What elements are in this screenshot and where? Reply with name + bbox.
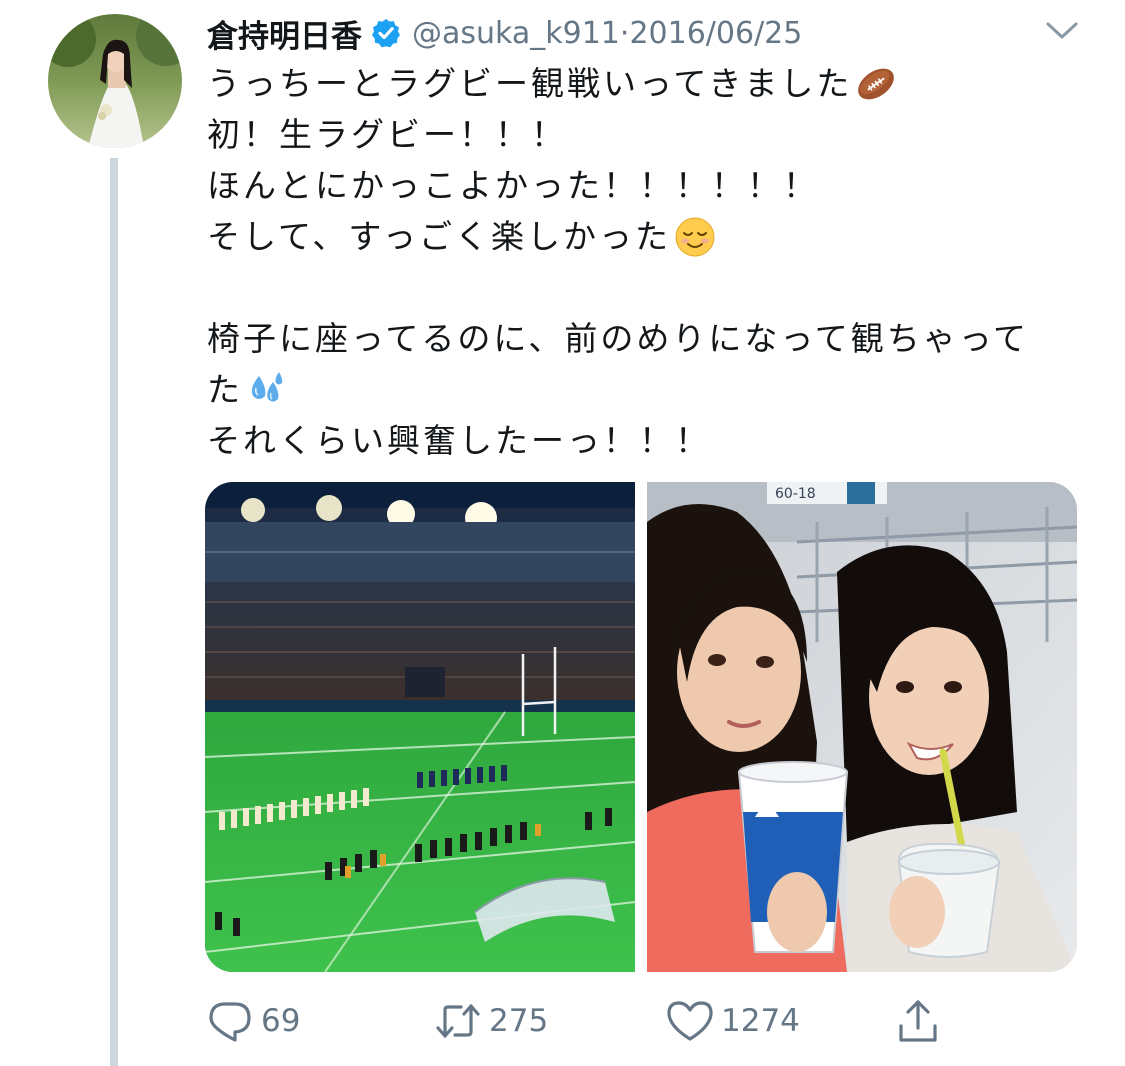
tweet-line: それくらい興奮したーっ！！！ (207, 415, 1067, 466)
media-gap (635, 482, 647, 972)
tweet-line: 椅子に座ってるのに、前のめりになって観ちゃって (207, 313, 1067, 364)
heart-icon (665, 996, 715, 1046)
tweet-line-text: うっちーとラグビー観戦いってきました (207, 64, 853, 103)
reply-icon (205, 996, 255, 1046)
stand-sign: 60-18 (775, 486, 816, 502)
display-name[interactable]: 倉持明日香 (207, 11, 362, 56)
selfie-photo[interactable]: 60-18 (647, 482, 1077, 972)
tweet-text: うっちーとラグビー観戦いってきました 初！生ラグビー！！！ ほんとにかっこよかっ… (207, 58, 1067, 466)
tweet-header: 倉持明日香 @asuka_k911 · 2016/06/25 (207, 10, 802, 56)
separator-dot: · (619, 15, 630, 51)
tweet-line: そして、すっごく楽しかった (207, 211, 1067, 262)
share-button[interactable] (893, 994, 943, 1048)
like-count: 1274 (721, 1003, 800, 1039)
thread-line (110, 158, 118, 1066)
retweet-icon (433, 996, 483, 1046)
tweet-line-text: それくらい興奮したーっ！！！ (207, 421, 711, 460)
user-handle[interactable]: @asuka_k911 (412, 16, 620, 51)
tweet-media: 60-18 (205, 482, 1077, 972)
relieved-smiling-face-emoji-icon (673, 215, 717, 259)
stadium-photo[interactable] (205, 482, 635, 972)
tweet-line: ほんとにかっこよかった！！！！！！ (207, 160, 1067, 211)
tweet-line-text: そして、すっごく楽しかった (207, 217, 672, 256)
tweet-line-text: 椅子に座ってるのに、前のめりになって観ちゃって (207, 319, 1030, 358)
tweet-date[interactable]: 2016/06/25 (629, 16, 802, 51)
verified-badge-icon (370, 17, 402, 49)
reply-count: 69 (261, 1003, 301, 1039)
tweet-actions: 69 275 1274 (205, 994, 965, 1048)
like-button[interactable]: 1274 (665, 994, 800, 1048)
tweet-line-text: ほんとにかっこよかった！！！！！！ (207, 166, 819, 205)
rugby-football-emoji-icon (854, 62, 898, 106)
chevron-down-icon[interactable] (1042, 18, 1082, 44)
tweet-line: 初！生ラグビー！！！ (207, 109, 1067, 160)
retweet-button[interactable]: 275 (433, 994, 548, 1048)
tweet-line: た (207, 364, 1067, 415)
tweet-line: うっちーとラグビー観戦いってきました (207, 58, 1067, 109)
sweat-droplets-emoji-icon (245, 368, 289, 412)
tweet-line-text: 初！生ラグビー！！！ (207, 115, 567, 154)
tweet-line-text: た (207, 370, 243, 409)
retweet-count: 275 (489, 1003, 549, 1039)
share-icon (893, 996, 943, 1046)
reply-button[interactable]: 69 (205, 994, 300, 1048)
avatar[interactable] (48, 14, 182, 148)
